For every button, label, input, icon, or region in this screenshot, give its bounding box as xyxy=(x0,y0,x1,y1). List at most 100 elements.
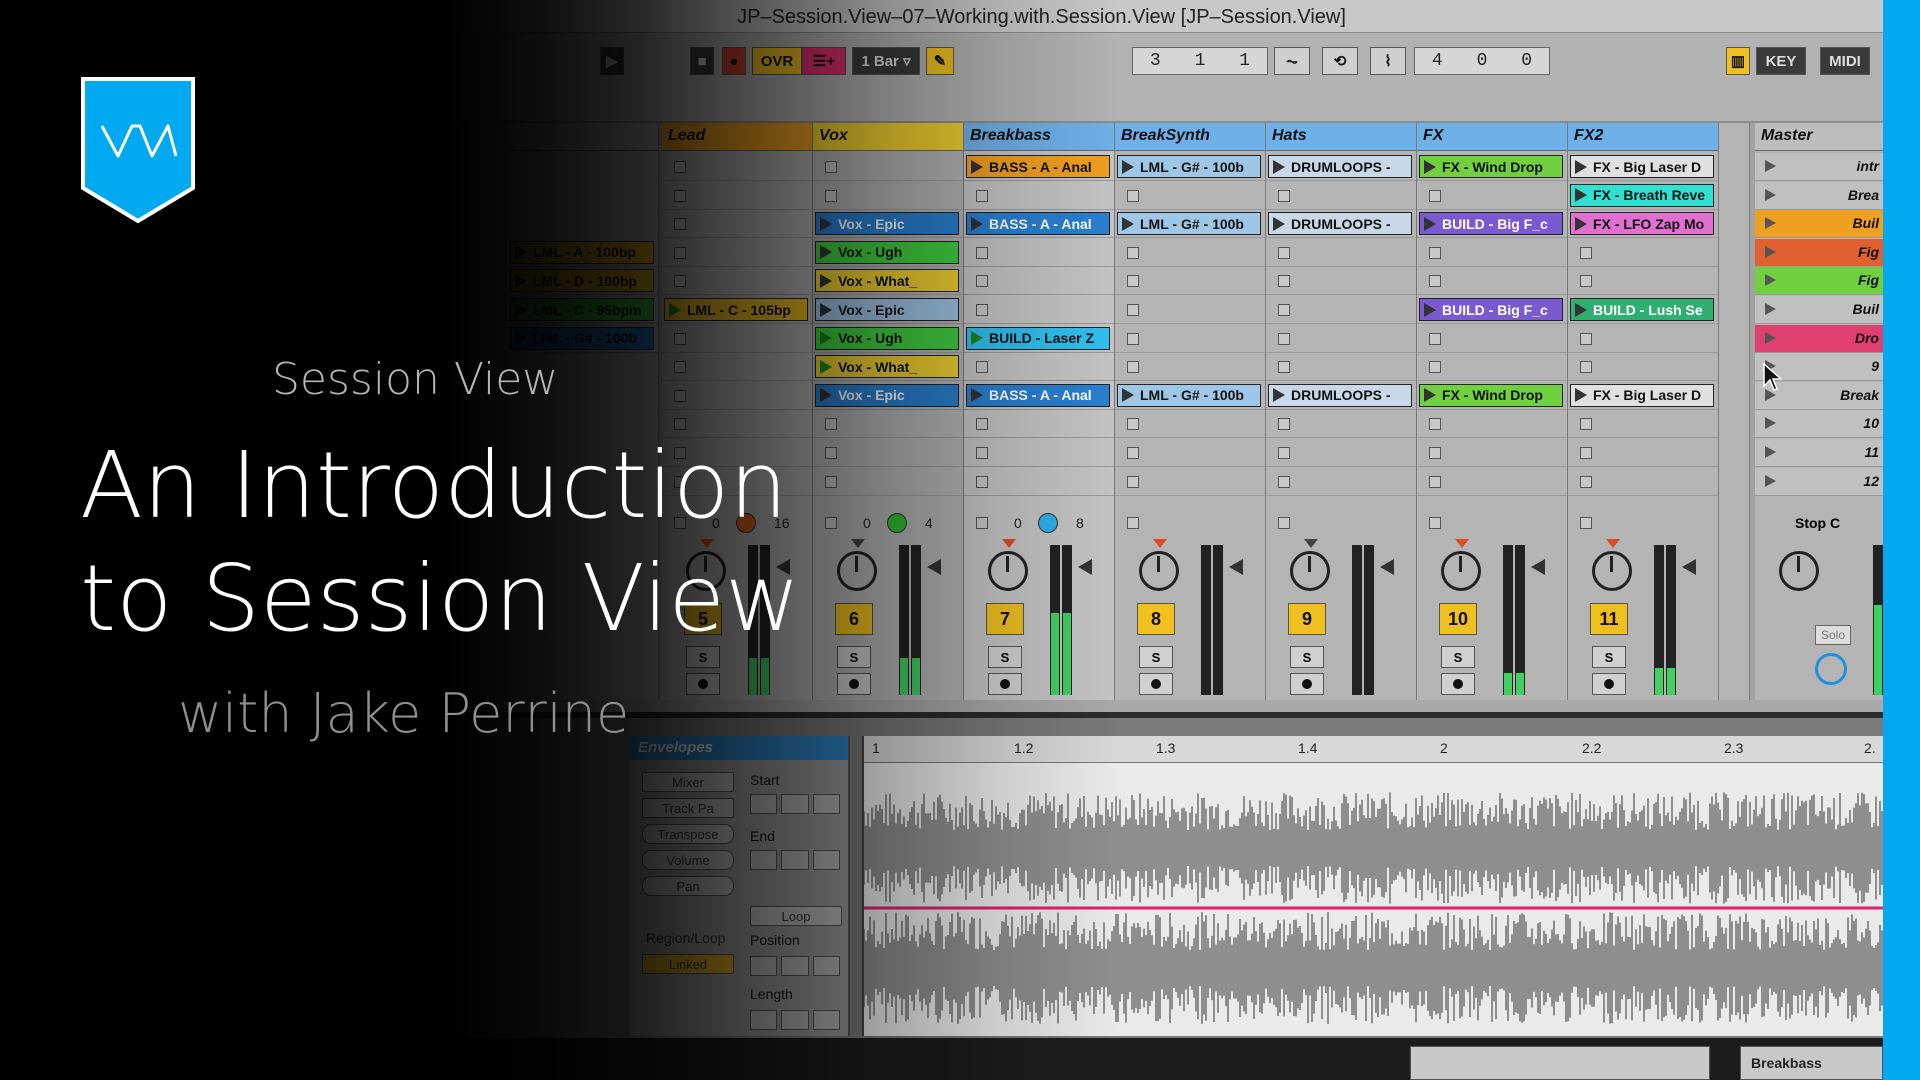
stop-button-icon[interactable] xyxy=(1127,304,1139,316)
track-activator[interactable]: 9 xyxy=(1288,603,1326,635)
clip-slot[interactable] xyxy=(1115,325,1265,353)
stop-button-icon[interactable] xyxy=(1580,361,1592,374)
clip-slot[interactable]: BASS - A - Anal xyxy=(964,153,1114,181)
clip-slot[interactable]: BUILD - Big F_c xyxy=(1417,210,1567,239)
clip-slot[interactable] xyxy=(964,267,1114,296)
track-header[interactable]: FX xyxy=(1417,123,1567,151)
clip[interactable]: BUILD - Lush Se xyxy=(1570,298,1714,321)
scene-slot[interactable]: 10 xyxy=(1755,410,1883,439)
stop-button-icon[interactable] xyxy=(1127,332,1139,345)
stop-button-icon[interactable] xyxy=(1127,475,1139,488)
solo-button[interactable]: S xyxy=(1441,646,1475,668)
clip[interactable]: LML - A - 100bp xyxy=(510,240,654,264)
arm-button[interactable] xyxy=(837,673,871,695)
clip-slot[interactable] xyxy=(813,410,963,439)
clip-play-icon[interactable] xyxy=(820,216,832,231)
arm-button[interactable] xyxy=(1139,673,1173,695)
stop-button-icon[interactable] xyxy=(1580,246,1592,259)
stop-button-icon[interactable] xyxy=(674,275,686,288)
clip-play-icon[interactable] xyxy=(971,159,983,174)
volume-fader-icon[interactable] xyxy=(927,559,941,575)
stop-button-icon[interactable] xyxy=(825,475,837,488)
clip-slot[interactable]: LML - G# - 100b xyxy=(508,325,658,353)
clip-slot[interactable] xyxy=(1115,439,1265,467)
clip[interactable]: Vox - What_ xyxy=(815,269,959,293)
clip-slot[interactable] xyxy=(813,153,963,181)
track-activator[interactable]: 8 xyxy=(1137,603,1175,635)
scene-slot[interactable]: 11 xyxy=(1755,439,1883,467)
stop-button-icon[interactable] xyxy=(976,517,988,529)
stop-button-icon[interactable] xyxy=(976,246,988,259)
clip-slot[interactable] xyxy=(1115,468,1265,496)
clip-play-icon[interactable] xyxy=(1424,216,1436,231)
stop-button-icon[interactable] xyxy=(825,447,837,459)
scene-launch-icon[interactable] xyxy=(1765,274,1776,287)
clip-slot[interactable]: BASS - A - Anal xyxy=(964,382,1114,410)
clip[interactable]: BASS - A - Anal xyxy=(966,383,1110,407)
stop-button-icon[interactable] xyxy=(1278,475,1290,488)
stop-button-icon[interactable] xyxy=(825,161,837,173)
stop-button-icon[interactable] xyxy=(674,189,686,202)
clip-slot[interactable]: BASS - A - Anal xyxy=(964,210,1114,239)
stop-button-icon[interactable] xyxy=(1580,475,1592,488)
stop-button-icon[interactable] xyxy=(674,246,686,259)
clip-slot[interactable] xyxy=(1266,325,1416,353)
clip-play-icon[interactable] xyxy=(1575,159,1587,174)
clip-slot[interactable] xyxy=(662,153,812,181)
clip-slot[interactable] xyxy=(1417,468,1567,496)
volume-fader-icon[interactable] xyxy=(1078,559,1092,575)
device-chooser[interactable]: Mixer xyxy=(642,772,734,792)
transpose-button[interactable]: Transpose xyxy=(642,824,734,844)
stop-button-icon[interactable] xyxy=(1278,189,1290,202)
clip-slot[interactable]: LML - C - 105bp xyxy=(662,296,812,324)
clip-slot[interactable] xyxy=(662,325,812,353)
clip-slot[interactable] xyxy=(1115,267,1265,296)
clip-slot[interactable]: Vox - Ugh xyxy=(813,239,963,267)
overdub-button[interactable]: OVR xyxy=(752,47,802,75)
clip[interactable]: LML - C - 105bp xyxy=(664,298,808,321)
clip-play-icon[interactable] xyxy=(1273,388,1285,403)
clip-play-icon[interactable] xyxy=(515,331,527,346)
loop-icon[interactable]: ⟲ xyxy=(1322,47,1358,75)
stop-button-icon[interactable] xyxy=(674,332,686,345)
pan-knob[interactable] xyxy=(837,551,877,591)
stop-button-icon[interactable] xyxy=(825,418,837,431)
clip-slot[interactable] xyxy=(662,267,812,296)
clip[interactable]: BUILD - Laser Z xyxy=(966,326,1110,350)
stop-button-icon[interactable] xyxy=(1278,361,1290,374)
stop-all-label[interactable]: Stop C xyxy=(1795,515,1840,531)
clip-slot[interactable]: Vox - Epic xyxy=(813,296,963,324)
pan-knob[interactable] xyxy=(1441,551,1481,591)
start-fields[interactable] xyxy=(750,794,840,814)
clip-slot[interactable] xyxy=(1417,182,1567,210)
track-header[interactable]: Vox xyxy=(813,123,963,151)
clip[interactable]: LML - D - 100bp xyxy=(510,269,654,293)
clip-slot[interactable] xyxy=(964,239,1114,267)
stop-button-icon[interactable] xyxy=(825,189,837,202)
clip[interactable]: LML - G# - 100b xyxy=(510,326,654,350)
clip-slot[interactable] xyxy=(1417,239,1567,267)
stop-button-icon[interactable] xyxy=(1580,332,1592,345)
key-map-button[interactable]: KEY xyxy=(1756,47,1806,75)
loop-button[interactable]: Loop xyxy=(750,906,842,926)
clip-play-icon[interactable] xyxy=(515,302,527,317)
clip-play-icon[interactable] xyxy=(669,302,681,317)
clip[interactable]: Vox - Ugh xyxy=(815,326,959,350)
clip-slot[interactable] xyxy=(1568,267,1718,296)
clip-play-icon[interactable] xyxy=(1273,159,1285,174)
track-activator[interactable]: 7 xyxy=(986,603,1024,635)
clip[interactable]: FX - Big Laser D xyxy=(1570,383,1714,407)
clip-slot[interactable]: Vox - Epic xyxy=(813,210,963,239)
scene-launch-icon[interactable] xyxy=(1765,188,1776,201)
arm-button[interactable] xyxy=(1441,673,1475,695)
clip[interactable]: Vox - Epic xyxy=(815,212,959,236)
stop-button-icon[interactable] xyxy=(976,361,988,374)
stop-button-icon[interactable] xyxy=(976,447,988,459)
clip[interactable]: Vox - What_ xyxy=(815,355,959,379)
clip-play-icon[interactable] xyxy=(1575,302,1587,317)
clip[interactable]: FX - Breath Reve xyxy=(1570,183,1714,207)
scene-launch-icon[interactable] xyxy=(1765,303,1776,315)
clip-play-icon[interactable] xyxy=(1424,159,1436,174)
control-chooser[interactable]: Track Pa xyxy=(642,798,734,818)
punch-icon[interactable]: ⌇ xyxy=(1370,47,1406,75)
